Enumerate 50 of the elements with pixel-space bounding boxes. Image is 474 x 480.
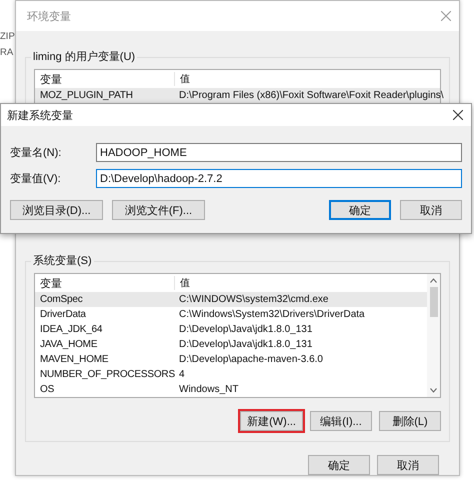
dialog-title: 新建系统变量 (7, 108, 73, 122)
action-button[interactable]: 新建(W)... (240, 411, 303, 431)
table-row[interactable]: IDEA_JDK_64 D:\Develop\Java\jdk1.8.0_131 (35, 322, 427, 337)
variable-value: 4 (178, 369, 185, 380)
table-row[interactable]: MAVEN_HOME D:\Develop\apache-maven-3.6.0 (35, 352, 427, 367)
dialog-button[interactable]: 取消 (377, 455, 439, 475)
input-field[interactable]: HADOOP_HOME (96, 143, 462, 162)
browse-button[interactable]: 浏览目录(D)... (10, 200, 103, 220)
field-label: 变量名(N): (10, 146, 62, 160)
table-row[interactable]: JAVA_HOME D:\Develop\Java\jdk1.8.0_131 (35, 337, 427, 352)
table-row[interactable]: NUMBER_OF_PROCESSORS 4 (35, 367, 427, 382)
browse-button[interactable]: 浏览文件(F)... (112, 200, 205, 220)
close-icon[interactable] (453, 110, 463, 120)
variable-name: DriverData (39, 309, 87, 320)
scrollbar[interactable] (427, 274, 440, 397)
scrollbar-thumb[interactable] (430, 287, 438, 317)
group-label: 系统变量(S) (31, 254, 94, 268)
variable-value: D:\Develop\Java\jdk1.8.0_131 (178, 324, 312, 335)
action-button[interactable]: 删除(L) (379, 411, 441, 431)
table-row[interactable]: OS Windows_NT (35, 382, 427, 397)
background-window-text: ZIP (0, 30, 15, 43)
window-title: 环境变量 (27, 10, 71, 24)
table-row[interactable]: DriverData C:\Windows\System32\Drivers\DriverData (35, 307, 427, 322)
variable-name: MAVEN_HOME (39, 354, 110, 365)
column-header[interactable]: 变量 (35, 276, 174, 290)
action-button[interactable]: 编辑(I)... (310, 411, 372, 431)
group-label: liming 的用户变量(U) (31, 50, 138, 64)
dialog-button[interactable]: 确定 (329, 200, 391, 220)
variable-value: Windows_NT (178, 384, 238, 395)
variable-name: ComSpec (39, 294, 84, 305)
input-field[interactable]: D:\Develop\hadoop-2.7.2 (96, 169, 462, 188)
scroll-down-icon[interactable] (430, 388, 437, 393)
variable-value: C:\WINDOWS\system32\cmd.exe (178, 294, 328, 305)
variable-value: D:\Develop\apache-maven-3.6.0 (178, 354, 323, 365)
column-header[interactable]: 值 (174, 276, 190, 290)
dialog-button[interactable]: 确定 (308, 455, 370, 475)
variable-name: NUMBER_OF_PROCESSORS (39, 369, 174, 380)
variable-value: D:\Develop\Java\jdk1.8.0_131 (178, 339, 312, 350)
variable-name: OS (39, 384, 56, 395)
variable-name: JAVA_HOME (39, 339, 98, 350)
dialog-button[interactable]: 取消 (400, 200, 462, 220)
variable-value: C:\Windows\System32\Drivers\DriverData (178, 309, 365, 320)
background-window-text: RA (0, 46, 14, 59)
field-label: 变量值(V): (10, 172, 62, 186)
table-row[interactable]: ComSpec C:\WINDOWS\system32\cmd.exe (35, 292, 427, 307)
scroll-up-icon[interactable] (430, 278, 437, 283)
column-header[interactable]: 变量 (35, 72, 174, 86)
variable-name: MOZ_PLUGIN_PATH (39, 90, 134, 101)
variable-name: IDEA_JDK_64 (39, 324, 104, 335)
column-header[interactable]: 值 (174, 72, 190, 86)
